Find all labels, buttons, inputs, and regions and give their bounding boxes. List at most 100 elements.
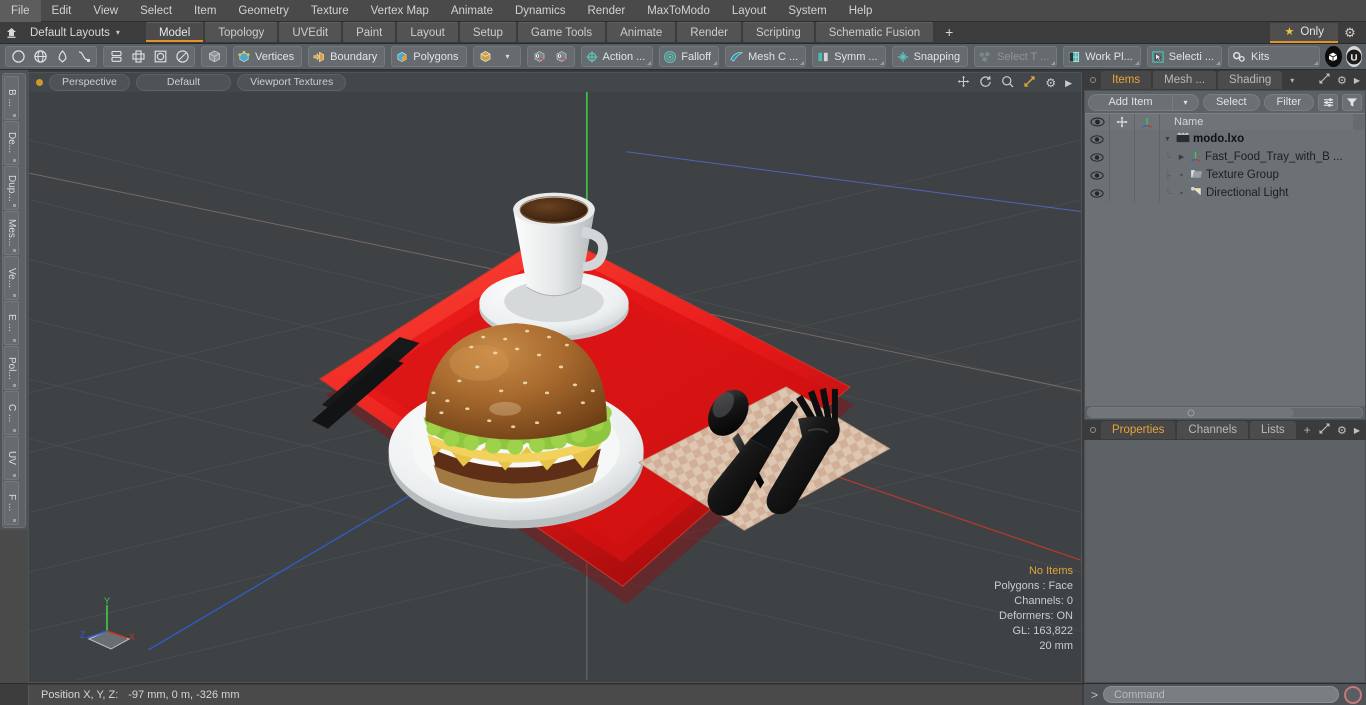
- menu-item-maxtomodo[interactable]: MaxToModo: [636, 0, 721, 22]
- menu-item-render[interactable]: Render: [576, 0, 636, 22]
- add-tab-button[interactable]: +: [935, 22, 963, 44]
- expander-icon[interactable]: ▼: [1162, 136, 1173, 143]
- visibility-icon[interactable]: [1085, 113, 1110, 131]
- tab-mesh-ops[interactable]: Mesh ...: [1153, 71, 1217, 89]
- plus-box-icon[interactable]: [127, 47, 149, 66]
- square-circle-icon[interactable]: [149, 47, 171, 66]
- tab-shading[interactable]: Shading: [1218, 71, 1283, 89]
- panel-menu-dot[interactable]: [1090, 77, 1096, 83]
- menu-item-vertex-map[interactable]: Vertex Map: [360, 0, 440, 22]
- move-icon[interactable]: [1110, 113, 1135, 131]
- chevron-down-icon[interactable]: ▾: [116, 28, 120, 37]
- tab-lists[interactable]: Lists: [1250, 421, 1296, 439]
- left-tab-vertex[interactable]: Ve...: [4, 256, 19, 300]
- tab-animate[interactable]: Animate: [607, 21, 676, 42]
- select-button[interactable]: Select: [1202, 93, 1260, 111]
- filter-button[interactable]: Filter: [1263, 93, 1314, 111]
- zoom-icon[interactable]: [1001, 75, 1014, 90]
- menu-item-item[interactable]: Item: [183, 0, 227, 22]
- home-icon[interactable]: [0, 23, 22, 43]
- axis-icon[interactable]: [1135, 113, 1160, 131]
- list-item[interactable]: ▼ modo.lxo: [1085, 130, 1365, 148]
- selection-mode-polygons[interactable]: Polygons: [391, 46, 467, 67]
- tab-uvedit[interactable]: UVEdit: [279, 21, 342, 42]
- selection-mode-boundary[interactable]: Boundary: [308, 46, 386, 67]
- scroll-track[interactable]: [1087, 407, 1363, 418]
- falloff-button[interactable]: Falloff: [659, 46, 720, 67]
- tab-channels[interactable]: Channels: [1177, 421, 1249, 439]
- sort-icon[interactable]: [1318, 93, 1338, 111]
- menu-item-layout[interactable]: Layout: [721, 0, 778, 22]
- record-icon[interactable]: [1344, 685, 1362, 704]
- viewport-style-button[interactable]: Default: [135, 74, 232, 91]
- tab-model[interactable]: Model: [145, 21, 204, 42]
- tab-paint[interactable]: Paint: [343, 21, 396, 42]
- row-visibility-toggle[interactable]: [1085, 184, 1110, 202]
- list-item-label-row[interactable]: ▼ modo.lxo: [1160, 132, 1365, 146]
- list-item-label-row[interactable]: ├ ▪ Texture Group: [1160, 168, 1365, 182]
- tab-layout[interactable]: Layout: [397, 21, 458, 42]
- pen-icon[interactable]: [51, 47, 73, 66]
- row-visibility-toggle[interactable]: [1085, 166, 1110, 184]
- ellipse-icon[interactable]: [171, 47, 193, 66]
- list-item-label-row[interactable]: └ ▪ Directional Light: [1160, 186, 1365, 201]
- menu-item-select[interactable]: Select: [129, 0, 183, 22]
- chevron-down-icon[interactable]: ▾: [497, 47, 519, 66]
- gear-icon[interactable]: ⚙: [1045, 77, 1056, 89]
- play-icon[interactable]: ▶: [1354, 76, 1360, 85]
- chevron-down-icon[interactable]: ▾: [1284, 76, 1300, 85]
- menu-item-edit[interactable]: Edit: [41, 0, 83, 22]
- left-tab-fusion[interactable]: F ...: [4, 481, 19, 525]
- viewport-projection-button[interactable]: Perspective: [49, 74, 130, 91]
- action-center-button[interactable]: Action ...: [580, 46, 654, 67]
- cube-icon[interactable]: [203, 47, 225, 66]
- only-toggle-button[interactable]: ★ Only: [1270, 22, 1338, 43]
- tab-topology[interactable]: Topology: [205, 21, 278, 42]
- menu-item-view[interactable]: View: [82, 0, 129, 22]
- left-tab-duplicate[interactable]: Dup...: [4, 166, 19, 210]
- left-tab-curve[interactable]: C ...: [4, 391, 19, 435]
- circle-icon[interactable]: [7, 47, 29, 66]
- row-visibility-toggle[interactable]: [1085, 130, 1110, 148]
- tab-game-tools[interactable]: Game Tools: [517, 21, 606, 42]
- symmetry-button[interactable]: Symm ...: [812, 46, 886, 67]
- selection-mode-vertices[interactable]: Vertices: [233, 46, 303, 67]
- menu-item-help[interactable]: Help: [838, 0, 884, 22]
- play-icon[interactable]: ▶: [1354, 426, 1360, 435]
- scroll-thumb[interactable]: [1088, 408, 1294, 417]
- left-tab-basic[interactable]: B ...: [4, 76, 19, 120]
- rotate-icon[interactable]: [979, 75, 992, 90]
- snap-cube-a-icon[interactable]: [529, 47, 551, 66]
- list-item[interactable]: ├ ▪ Texture Group: [1085, 166, 1365, 184]
- work-plane-button[interactable]: Work Pl...: [1063, 46, 1141, 67]
- row-visibility-toggle[interactable]: [1085, 148, 1110, 166]
- fit-icon[interactable]: [1023, 75, 1036, 90]
- viewport-textures-button[interactable]: Viewport Textures: [237, 74, 347, 91]
- mesh-constraint-button[interactable]: Mesh C ...: [725, 46, 807, 67]
- list-item[interactable]: └ ▶ Fast_Food_Tray_with_B ...: [1085, 148, 1365, 166]
- tab-items[interactable]: Items: [1101, 71, 1152, 89]
- add-item-caret-button[interactable]: ▾: [1172, 93, 1199, 111]
- list-item-label-row[interactable]: └ ▶ Fast_Food_Tray_with_B ...: [1160, 150, 1365, 165]
- menu-item-system[interactable]: System: [777, 0, 837, 22]
- funnel-icon[interactable]: [1342, 93, 1362, 111]
- gear-icon[interactable]: ⚙: [1337, 74, 1347, 87]
- command-input[interactable]: [1103, 686, 1339, 703]
- tab-properties[interactable]: Properties: [1101, 421, 1176, 439]
- globe-icon[interactable]: [29, 47, 51, 66]
- tab-scripting[interactable]: Scripting: [742, 21, 814, 42]
- play-icon[interactable]: ▶: [1065, 77, 1072, 89]
- items-list[interactable]: ▼ modo.lxo └ ▶ Fast_Food_Tray_with_B ...…: [1085, 130, 1365, 406]
- panel-menu-dot[interactable]: [1090, 427, 1096, 433]
- viewport-menu-dot[interactable]: [36, 79, 43, 86]
- selection-set-button[interactable]: Selecti ...: [1146, 46, 1222, 67]
- items-list-hscrollbar[interactable]: [1085, 406, 1365, 419]
- kits-button[interactable]: Kits: [1228, 46, 1320, 67]
- tab-schematic-fusion[interactable]: Schematic Fusion: [815, 21, 934, 42]
- list-item[interactable]: └ ▪ Directional Light: [1085, 184, 1365, 202]
- tab-setup[interactable]: Setup: [459, 21, 516, 42]
- left-tab-polygon[interactable]: Pol...: [4, 346, 19, 390]
- left-tab-edge[interactable]: E ...: [4, 301, 19, 345]
- add-item-button[interactable]: Add Item: [1088, 93, 1173, 111]
- menu-item-geometry[interactable]: Geometry: [227, 0, 300, 22]
